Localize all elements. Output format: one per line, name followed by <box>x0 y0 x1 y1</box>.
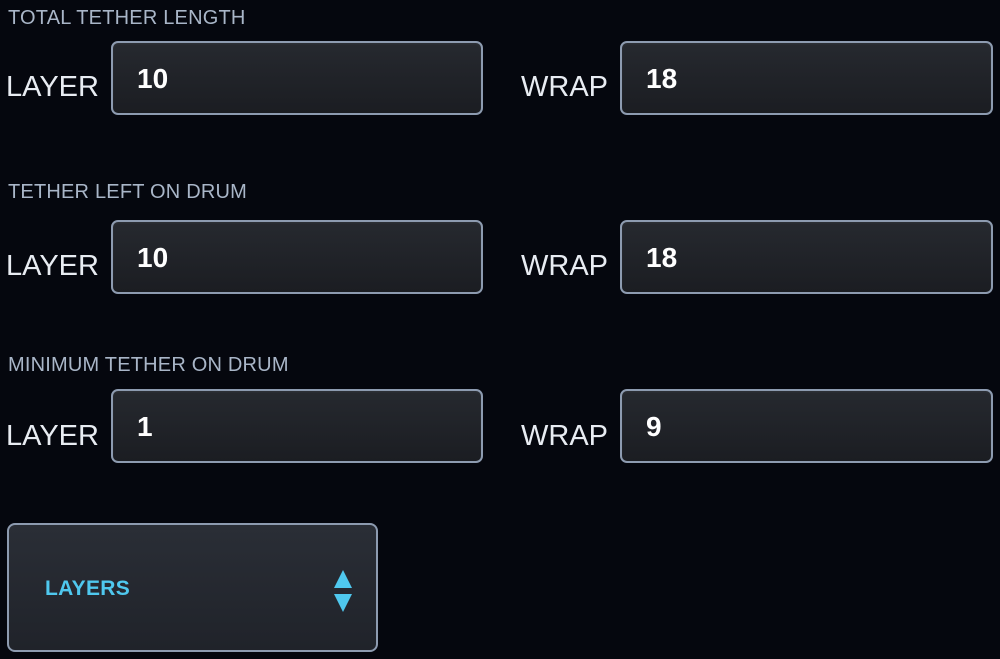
section-title: MINIMUM TETHER ON DRUM <box>8 354 289 376</box>
minimum-wrap-field[interactable] <box>620 389 993 463</box>
wrap-label: WRAP <box>521 71 608 103</box>
layer-label: LAYER <box>6 71 99 103</box>
minimum-layer-input[interactable] <box>137 411 437 443</box>
total-layer-field[interactable] <box>111 41 483 115</box>
left-wrap-input[interactable] <box>646 242 946 274</box>
up-down-arrows-icon <box>334 570 352 612</box>
layer-label: LAYER <box>6 250 99 282</box>
total-wrap-input[interactable] <box>646 63 946 95</box>
section-title: TOTAL TETHER LENGTH <box>8 7 246 29</box>
unit-select-value: LAYERS <box>45 577 131 600</box>
unit-select[interactable]: LAYERS <box>7 523 378 652</box>
left-wrap-field[interactable] <box>620 220 993 294</box>
wrap-label: WRAP <box>521 420 608 452</box>
layer-label: LAYER <box>6 420 99 452</box>
section-title: TETHER LEFT ON DRUM <box>8 181 247 203</box>
total-wrap-field[interactable] <box>620 41 993 115</box>
minimum-layer-field[interactable] <box>111 389 483 463</box>
left-layer-input[interactable] <box>137 242 437 274</box>
total-layer-input[interactable] <box>137 63 437 95</box>
left-layer-field[interactable] <box>111 220 483 294</box>
wrap-label: WRAP <box>521 250 608 282</box>
minimum-wrap-input[interactable] <box>646 411 946 443</box>
